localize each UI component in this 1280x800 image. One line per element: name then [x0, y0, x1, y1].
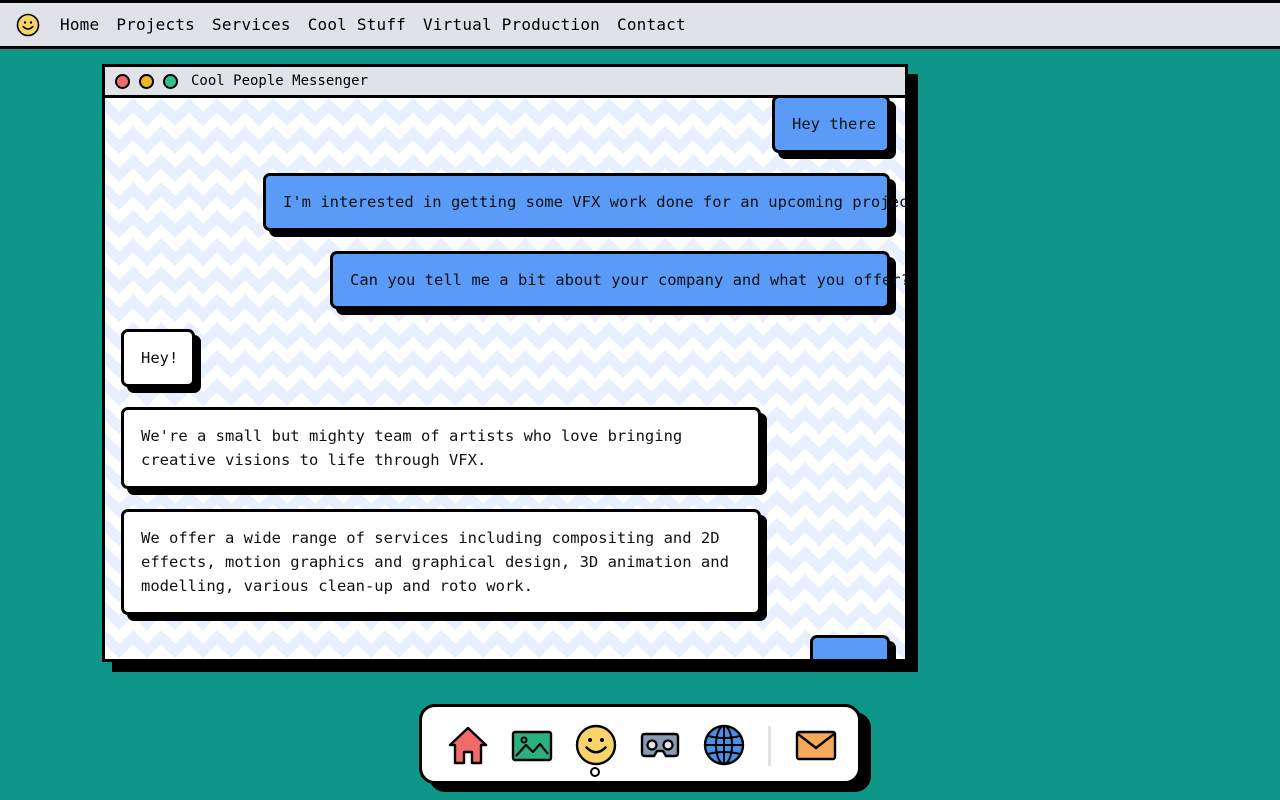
menu-item-projects[interactable]: Projects [116, 15, 195, 34]
smiley-icon[interactable] [16, 13, 40, 37]
message-bubble-company: We're a small but mighty team of artists… [121, 407, 761, 489]
image-icon[interactable] [510, 723, 554, 767]
mail-icon[interactable] [794, 723, 838, 767]
dock-separator [768, 726, 771, 766]
message-bubble-user-typing [810, 635, 890, 659]
message-bubble-company: We offer a wide range of services includ… [121, 509, 761, 615]
messenger-window: Cool People Messenger Hey there I'm inte… [102, 64, 908, 662]
vr-headset-icon[interactable] [638, 723, 682, 767]
menu-item-home[interactable]: Home [60, 15, 99, 34]
message-bubble-user: Hey there [772, 98, 890, 153]
menu-item-services[interactable]: Services [212, 15, 291, 34]
chat-area[interactable]: Hey there I'm interested in getting some… [105, 98, 905, 659]
menu-item-virtual-production[interactable]: Virtual Production [423, 15, 600, 34]
menu-item-cool-stuff[interactable]: Cool Stuff [308, 15, 406, 34]
window-title: Cool People Messenger [191, 73, 369, 89]
close-button[interactable] [115, 73, 130, 89]
maximize-button[interactable] [163, 73, 178, 89]
smiley-icon[interactable] [574, 723, 618, 767]
globe-icon[interactable] [702, 723, 746, 767]
top-menu-bar: Home Projects Services Cool Stuff Virtua… [0, 0, 1280, 49]
home-icon[interactable] [446, 723, 490, 767]
message-bubble-user: I'm interested in getting some VFX work … [263, 173, 905, 231]
message-bubble-user: Can you tell me a bit about your company… [330, 251, 905, 309]
message-bubble-company: Hey! [121, 329, 195, 387]
active-indicator [590, 767, 600, 777]
dock [419, 704, 861, 784]
window-titlebar[interactable]: Cool People Messenger [105, 67, 905, 98]
minimize-button[interactable] [139, 73, 154, 89]
menu-item-contact[interactable]: Contact [617, 15, 686, 34]
